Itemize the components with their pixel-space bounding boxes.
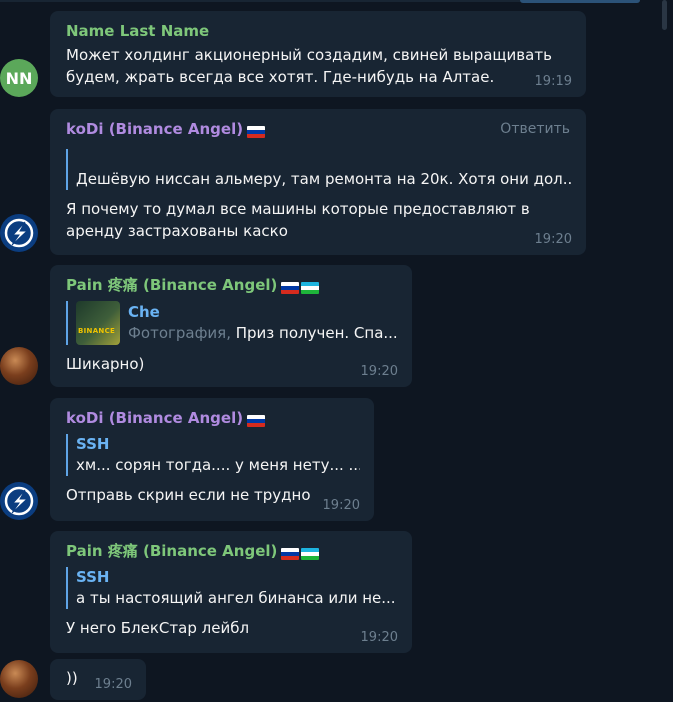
sender-name[interactable]: Pain 疼痛 (Binance Angel) [66, 541, 398, 563]
message-text: Может холдинг акционерный создадим, свин… [66, 44, 572, 88]
quote-text: а ты настоящий ангел бинанса или не... [76, 589, 396, 607]
message-bubble[interactable]: Name Last Name Может холдинг акционерный… [50, 11, 586, 97]
sender-name-text: koDi (Binance Angel) [66, 409, 244, 427]
previous-message-edge [520, 0, 640, 3]
photo-thumbnail: BINANCE [76, 301, 120, 345]
flags [279, 277, 320, 297]
sender-name-text: Pain 疼痛 (Binance Angel) [66, 276, 278, 294]
message-time: 19:20 [534, 232, 572, 247]
message-bubble[interactable]: koDi (Binance Angel) Ответить Дешёвую ни… [50, 109, 586, 255]
message-time: 19:19 [534, 74, 572, 89]
quote-text: Приз получен. Спа... [235, 324, 398, 342]
lightning-bolt-icon [4, 218, 34, 248]
message-bubble[interactable]: koDi (Binance Angel) SSH хм... сорян тог… [50, 398, 374, 521]
message-bubble[interactable]: )) 19:20 [50, 659, 146, 700]
flags [245, 121, 266, 141]
sender-name[interactable]: koDi (Binance Angel) [66, 119, 572, 141]
flags [245, 410, 266, 430]
message-text-line: будем, жрать всегда все хотят. Где-нибуд… [66, 68, 495, 86]
quote-text: Дешёвую ниссан альмеру, там ремонта на 2… [76, 170, 572, 188]
chat-history: Name Last Name Может холдинг акционерный… [0, 0, 673, 702]
russia-flag-icon [281, 281, 300, 294]
russia-flag-icon [247, 414, 266, 427]
avatar[interactable] [0, 214, 38, 252]
monkey-avatar[interactable] [0, 347, 38, 385]
sender-name[interactable]: Name Last Name [66, 21, 572, 41]
flags [279, 543, 320, 563]
message-time: 19:20 [94, 677, 132, 692]
monkey-avatar[interactable] [0, 660, 38, 698]
thumbnail-logo-text: BINANCE [78, 327, 116, 335]
quote-author: SSH [76, 568, 110, 586]
message-text: Отправь скрин если не трудно [66, 486, 311, 504]
sender-name[interactable]: koDi (Binance Angel) [66, 408, 360, 430]
uzbekistan-flag-icon [301, 547, 320, 560]
reply-quote[interactable]: SSH а ты настоящий ангел бинанса или не.… [66, 567, 398, 609]
message-time: 19:20 [360, 364, 398, 379]
lightning-bolt-icon [4, 486, 34, 516]
message-bubble[interactable]: Pain 疼痛 (Binance Angel) SSH а ты настоящ… [50, 531, 412, 653]
sender-name-text: koDi (Binance Angel) [66, 120, 244, 138]
message-text-line: Может холдинг акционерный создадим, свин… [66, 46, 552, 64]
message-text: Я почему то думал все машины которые пре… [66, 198, 572, 242]
russia-flag-icon [281, 547, 300, 560]
message-time: 19:20 [360, 630, 398, 645]
sender-name[interactable]: Pain 疼痛 (Binance Angel) [66, 275, 398, 297]
avatar[interactable]: NN [0, 59, 38, 97]
sender-name-text: Pain 疼痛 (Binance Angel) [66, 542, 278, 560]
scrollbar[interactable] [662, 0, 667, 30]
reply-quote[interactable]: SSH хм... сорян тогда.... у меня нету...… [66, 434, 360, 476]
quote-media-type: Фотография, [128, 324, 236, 342]
quote-author: SSH [76, 435, 110, 453]
message-text: У него БлекСтар лейбл [66, 619, 250, 637]
russia-flag-icon [247, 125, 266, 138]
message-time: 19:20 [322, 498, 360, 513]
avatar[interactable] [0, 482, 38, 520]
reply-button[interactable]: Ответить [500, 121, 570, 137]
reply-quote[interactable]: Дешёвую ниссан альмеру, там ремонта на 2… [66, 149, 572, 190]
uzbekistan-flag-icon [301, 281, 320, 294]
message-text-line: Я почему то думал все машины которые пре… [66, 200, 530, 218]
quote-text: хм... сорян тогда.... у меня нету... ... [76, 456, 360, 474]
reply-quote[interactable]: BINANCE Che Фотография, Приз получен. Сп… [66, 301, 398, 345]
quote-author: Che [128, 303, 160, 321]
message-bubble[interactable]: Pain 疼痛 (Binance Angel) BINANCE Che Фото… [50, 265, 412, 387]
avatar-initials: NN [5, 68, 33, 88]
message-text-line: аренду застрахованы каско [66, 222, 288, 240]
message-text: Шикарно) [66, 355, 145, 373]
